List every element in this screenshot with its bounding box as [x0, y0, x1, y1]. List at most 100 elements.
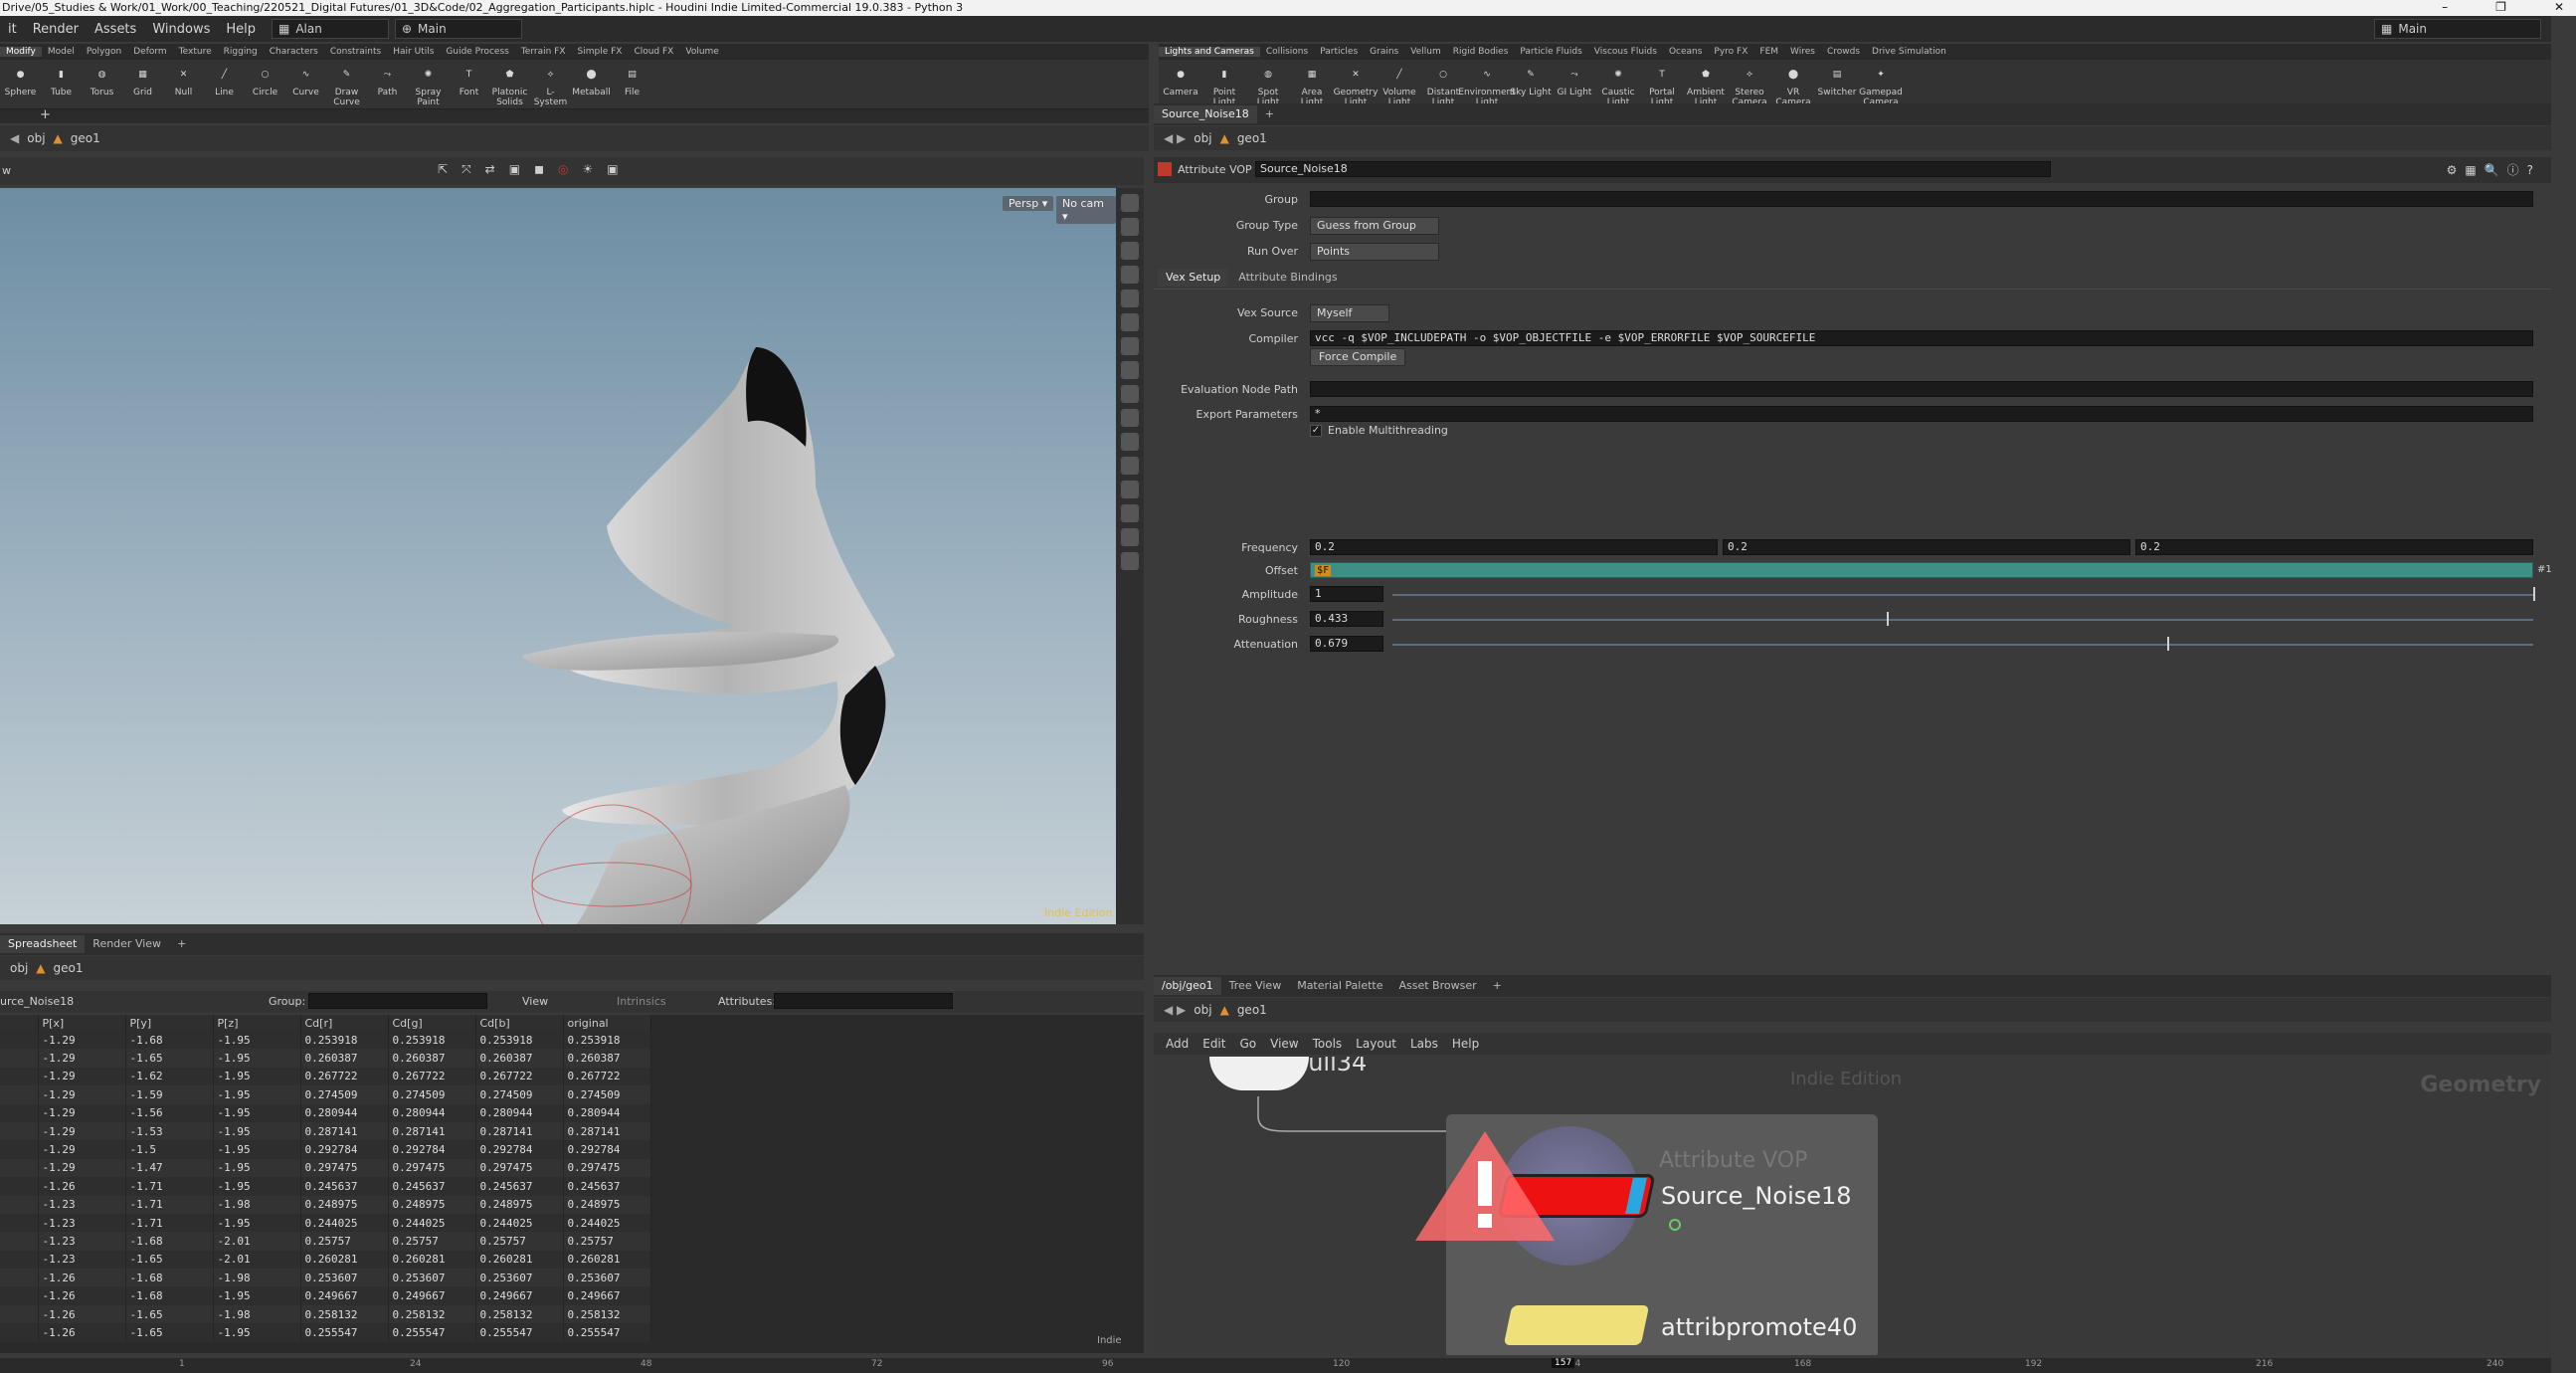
amplitude-slider-handle[interactable]	[2533, 587, 2535, 601]
shelf-tool-button[interactable]: ⬤ Metaball	[571, 64, 612, 98]
tab-spreadsheet[interactable]: Spreadsheet	[0, 935, 86, 953]
shelf-tab[interactable]: FEM	[1753, 47, 1784, 57]
shelf-tab[interactable]: Polygon	[81, 47, 127, 57]
table-row[interactable]: -1.23 -1.71 -1.95 0.244025 0.244025 0.244025 0…	[0, 1213, 651, 1233]
shelf-tab[interactable]: Volume	[679, 47, 724, 57]
add-tab-icon[interactable]: +	[1485, 977, 1510, 995]
back-icon[interactable]: ◀ ▶	[1164, 131, 1186, 145]
run-over-dropdown[interactable]: Points	[1310, 243, 1439, 261]
shelf-tool-button[interactable]: ○ Circle	[245, 64, 285, 98]
shelf-tab[interactable]: Modify	[0, 47, 42, 57]
tool-icon[interactable]	[1121, 504, 1139, 522]
shelf-tool-button[interactable]: ✕ Null	[163, 64, 204, 98]
transform-icon[interactable]: ⤧	[461, 162, 471, 177]
shelf-tab[interactable]: Pyro FX	[1708, 47, 1753, 57]
export-params-input[interactable]: *	[1310, 406, 2533, 422]
frequency-y-input[interactable]: 0.2	[1723, 539, 2130, 555]
table-row[interactable]: -1.26 -1.68 -1.95 0.249667 0.249667 0.249667 0…	[0, 1286, 651, 1305]
network-menu-view[interactable]: View	[1270, 1037, 1298, 1051]
tab-vex-setup[interactable]: Vex Setup	[1158, 269, 1229, 287]
record-icon[interactable]: ◎	[558, 162, 568, 177]
shelf-tool-button[interactable]: ⬟ Ambient Light	[1684, 64, 1728, 107]
column-header[interactable]: Cd[r]	[300, 1015, 389, 1031]
display-icon[interactable]: ◼	[534, 162, 544, 177]
shelf-tab[interactable]: Constraints	[324, 47, 387, 57]
warning-icon[interactable]	[1410, 1126, 1560, 1246]
menu-item[interactable]: it	[0, 22, 25, 37]
geo-crumb[interactable]: geo1	[54, 961, 84, 975]
shelf-tool-button[interactable]: ⤳ Path	[367, 64, 408, 98]
tab-material-palette[interactable]: Material Palette	[1289, 977, 1390, 995]
shelf-tool-button[interactable]: ⬤ VR Camera	[1771, 64, 1815, 107]
tool-icon[interactable]	[1121, 218, 1139, 236]
desktop-dropdown[interactable]: ▦ Alan	[271, 19, 389, 39]
tab-tree-view[interactable]: Tree View	[1221, 977, 1290, 995]
amplitude-input[interactable]: 1	[1310, 586, 1383, 602]
vex-source-dropdown[interactable]: Myself	[1310, 304, 1389, 322]
table-row[interactable]: -1.26 -1.68 -1.98 0.253607 0.253607 0.253607 0…	[0, 1269, 651, 1287]
shelf-tab[interactable]: Rigging	[218, 47, 264, 57]
menu-windows[interactable]: Windows	[144, 22, 218, 37]
tool-icon[interactable]	[1121, 457, 1139, 475]
shelf-tool-button[interactable]: T Portal Light	[1640, 64, 1684, 107]
tool-icon[interactable]	[1121, 337, 1139, 355]
geo-crumb[interactable]: geo1	[1237, 1003, 1267, 1017]
shelf-tool-button[interactable]: ⤳ GI Light	[1553, 64, 1596, 98]
tool-icon[interactable]	[1121, 481, 1139, 498]
column-header[interactable]: original	[563, 1015, 651, 1031]
shelf-tool-button[interactable]: ▦ Area Light	[1290, 64, 1334, 107]
tool-icon[interactable]	[1121, 433, 1139, 451]
tool-icon[interactable]	[1121, 266, 1139, 284]
shelf-tab[interactable]: Crowds	[1821, 47, 1866, 57]
network-menu-tools[interactable]: Tools	[1313, 1037, 1343, 1051]
network-menu-layout[interactable]: Layout	[1356, 1037, 1396, 1051]
select-icon[interactable]: ⇱	[438, 162, 448, 177]
group-filter-input[interactable]	[308, 993, 487, 1009]
menu-assets[interactable]: Assets	[87, 22, 144, 37]
shelf-tab[interactable]: Terrain FX	[515, 47, 572, 57]
network-editor[interactable]: Indie Edition Geometry null34 Attribute …	[1154, 1057, 2551, 1355]
add-tab-icon[interactable]: +	[169, 935, 194, 953]
network-menu-labs[interactable]: Labs	[1410, 1037, 1438, 1051]
shelf-tool-button[interactable]: ⟡ L-System	[530, 64, 571, 107]
checkbox-icon[interactable]: ✓	[1310, 424, 1322, 437]
shelf-tool-button[interactable]: ● Camera	[1159, 64, 1202, 98]
shelf-tool-button[interactable]: ∿ Curve	[285, 64, 326, 98]
add-tab-icon[interactable]: +	[40, 107, 51, 122]
back-icon[interactable]: ◀ ▶	[1164, 1003, 1186, 1017]
shelf-tab[interactable]: Rigid Bodies	[1447, 47, 1515, 57]
back-icon[interactable]: ◀	[10, 131, 19, 145]
obj-crumb[interactable]: obj	[10, 961, 28, 975]
attenuation-slider[interactable]	[1392, 644, 2533, 646]
group-type-dropdown[interactable]: Guess from Group	[1310, 217, 1439, 235]
table-row[interactable]: -1.26 -1.71 -1.95 0.245637 0.245637 0.245637 0…	[0, 1177, 651, 1196]
shelf-tool-button[interactable]: ✦ Gamepad Camera	[1859, 64, 1903, 107]
shelf-tool-button[interactable]: ▮ Point Light	[1202, 64, 1246, 107]
shelf-tab[interactable]: Lights and Cameras	[1159, 47, 1260, 57]
shelf-tool-button[interactable]: ✕ Geometry Light	[1334, 64, 1379, 107]
roughness-slider[interactable]	[1392, 619, 2533, 621]
tool-icon[interactable]	[1121, 385, 1139, 403]
table-row[interactable]: -1.23 -1.71 -1.98 0.248975 0.248975 0.248975 0…	[0, 1195, 651, 1214]
table-row[interactable]: -1.26 -1.65 -1.98 0.258132 0.258132 0.258132 0…	[0, 1304, 651, 1324]
obj-crumb[interactable]: obj	[1194, 131, 1211, 145]
tool-icon[interactable]	[1121, 194, 1139, 212]
tab-source-noise[interactable]: Source_Noise18	[1154, 105, 1257, 123]
geo-crumb[interactable]: geo1	[1237, 131, 1267, 145]
handle-icon[interactable]: ⇄	[485, 162, 495, 177]
network-menu-edit[interactable]: Edit	[1202, 1037, 1225, 1051]
attenuation-input[interactable]: 0.679	[1310, 636, 1383, 652]
multithread-row[interactable]: ✓ Enable Multithreading	[1310, 424, 1448, 437]
shelf-tool-button[interactable]: ▦ Grid	[122, 64, 163, 98]
right-desktop-dropdown[interactable]: ▦ Main	[2374, 19, 2541, 39]
shelf-tool-button[interactable]: ◍ Spot Light	[1246, 64, 1290, 107]
attenuation-slider-handle[interactable]	[2166, 637, 2169, 651]
minimize-icon[interactable]: –	[2442, 0, 2448, 16]
shelf-tool-button[interactable]: ▮ Tube	[41, 64, 82, 98]
column-header[interactable]: P[x]	[38, 1015, 126, 1031]
camera-lock-icon[interactable]: ▣	[607, 162, 618, 177]
table-row[interactable]: -1.29 -1.47 -1.95 0.297475 0.297475 0.297475 0…	[0, 1158, 651, 1178]
tool-icon[interactable]	[1121, 552, 1139, 570]
light-icon[interactable]: ☀	[583, 162, 594, 177]
shelf-tab[interactable]: Texture	[173, 47, 218, 57]
